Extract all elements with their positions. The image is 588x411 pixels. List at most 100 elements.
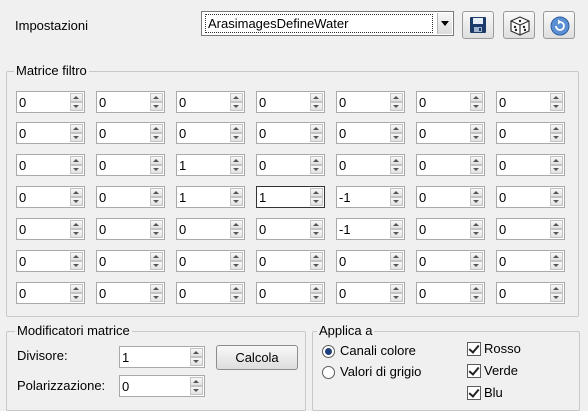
dropdown-arrow-icon[interactable]: [437, 13, 452, 34]
spin-up-icon[interactable]: [550, 220, 563, 229]
spin-down-icon[interactable]: [550, 133, 563, 142]
matrix-cell-spin-buttons[interactable]: [230, 156, 243, 174]
matrix-cell-spin-buttons[interactable]: [550, 284, 563, 302]
matrix-cell-spin-buttons[interactable]: [470, 220, 483, 238]
matrix-cell-spin-buttons[interactable]: [70, 220, 83, 238]
matrix-cell-spin-buttons[interactable]: [150, 252, 163, 270]
matrix-cell-spin-buttons[interactable]: [390, 252, 403, 270]
bias-value[interactable]: 0: [122, 379, 129, 394]
matrix-cell-spin-buttons[interactable]: [470, 188, 483, 206]
spin-down-icon[interactable]: [310, 102, 323, 111]
matrix-cell-spin-buttons[interactable]: [230, 220, 243, 238]
matrix-cell-spin-buttons[interactable]: [70, 284, 83, 302]
spin-up-icon[interactable]: [550, 284, 563, 293]
matrix-cell-stepper[interactable]: 0: [96, 282, 165, 304]
matrix-cell-value[interactable]: 0: [179, 286, 186, 301]
matrix-cell-value[interactable]: 0: [259, 158, 266, 173]
matrix-cell-stepper[interactable]: 0: [336, 250, 405, 272]
spin-up-icon[interactable]: [470, 252, 483, 261]
matrix-cell-spin-buttons[interactable]: [550, 93, 563, 111]
matrix-cell-spin-buttons[interactable]: [150, 220, 163, 238]
matrix-cell-spin-buttons[interactable]: [70, 156, 83, 174]
spin-down-icon[interactable]: [150, 261, 163, 270]
matrix-cell-stepper[interactable]: 0: [416, 282, 485, 304]
matrix-cell-spin-buttons[interactable]: [70, 188, 83, 206]
spin-up-icon[interactable]: [70, 124, 83, 133]
matrix-cell-stepper[interactable]: 0: [96, 91, 165, 113]
matrix-cell-stepper[interactable]: 1: [256, 186, 325, 208]
matrix-cell-spin-buttons[interactable]: [390, 188, 403, 206]
matrix-cell-value[interactable]: 0: [19, 158, 26, 173]
spin-down-icon[interactable]: [470, 165, 483, 174]
matrix-cell-value[interactable]: 0: [179, 254, 186, 269]
matrix-cell-stepper[interactable]: 0: [416, 122, 485, 144]
spin-down-icon[interactable]: [550, 197, 563, 206]
matrix-cell-value[interactable]: 0: [259, 254, 266, 269]
matrix-cell-value[interactable]: 0: [499, 126, 506, 141]
matrix-cell-stepper[interactable]: 0: [16, 91, 85, 113]
matrix-cell-value[interactable]: 0: [339, 126, 346, 141]
matrix-cell-value[interactable]: 0: [499, 254, 506, 269]
spin-down-icon[interactable]: [390, 261, 403, 270]
spin-up-icon[interactable]: [310, 124, 323, 133]
spin-down-icon[interactable]: [550, 229, 563, 238]
spin-down-icon[interactable]: [390, 165, 403, 174]
matrix-cell-value[interactable]: 0: [99, 222, 106, 237]
matrix-cell-stepper[interactable]: 0: [256, 218, 325, 240]
matrix-cell-value[interactable]: 0: [339, 254, 346, 269]
matrix-cell-value[interactable]: 0: [99, 95, 106, 110]
matrix-cell-value[interactable]: 0: [179, 95, 186, 110]
matrix-cell-spin-buttons[interactable]: [550, 252, 563, 270]
matrix-cell-stepper[interactable]: 0: [16, 250, 85, 272]
matrix-cell-spin-buttons[interactable]: [150, 188, 163, 206]
matrix-cell-stepper[interactable]: 0: [496, 250, 565, 272]
matrix-cell-stepper[interactable]: 0: [176, 91, 245, 113]
preset-dropdown[interactable]: ArasimagesDefineWater: [201, 11, 454, 36]
matrix-cell-spin-buttons[interactable]: [150, 93, 163, 111]
spin-down-icon[interactable]: [70, 261, 83, 270]
matrix-cell-stepper[interactable]: 0: [416, 186, 485, 208]
matrix-cell-spin-buttons[interactable]: [150, 156, 163, 174]
spin-up-icon[interactable]: [150, 156, 163, 165]
matrix-cell-value[interactable]: 0: [339, 158, 346, 173]
spin-up-icon[interactable]: [390, 156, 403, 165]
spin-down-icon[interactable]: [150, 293, 163, 302]
matrix-cell-spin-buttons[interactable]: [310, 156, 323, 174]
spin-down-icon[interactable]: [310, 165, 323, 174]
matrix-cell-value[interactable]: 0: [419, 95, 426, 110]
gray-values-label[interactable]: Valori di grigio: [340, 364, 421, 379]
matrix-cell-value[interactable]: 0: [99, 158, 106, 173]
spin-up-icon[interactable]: [470, 156, 483, 165]
matrix-cell-stepper[interactable]: 1: [176, 186, 245, 208]
spin-up-icon[interactable]: [70, 93, 83, 102]
spin-down-icon[interactable]: [70, 165, 83, 174]
spin-up-icon[interactable]: [550, 252, 563, 261]
spin-down-icon[interactable]: [70, 229, 83, 238]
preset-value[interactable]: ArasimagesDefineWater: [205, 14, 433, 33]
matrix-cell-spin-buttons[interactable]: [470, 252, 483, 270]
divisor-value[interactable]: 1: [122, 350, 129, 365]
spin-down-icon[interactable]: [550, 293, 563, 302]
matrix-cell-stepper[interactable]: 0: [256, 282, 325, 304]
matrix-cell-stepper[interactable]: 0: [336, 122, 405, 144]
matrix-cell-stepper[interactable]: 0: [496, 218, 565, 240]
spin-down-icon[interactable]: [550, 165, 563, 174]
spin-up-icon[interactable]: [70, 252, 83, 261]
spin-down-icon[interactable]: [310, 133, 323, 142]
matrix-cell-spin-buttons[interactable]: [470, 124, 483, 142]
spin-up-icon[interactable]: [70, 188, 83, 197]
matrix-cell-stepper[interactable]: 0: [16, 282, 85, 304]
matrix-cell-spin-buttons[interactable]: [310, 124, 323, 142]
spin-up-icon[interactable]: [470, 284, 483, 293]
spin-up-icon[interactable]: [150, 252, 163, 261]
spin-down-icon[interactable]: [70, 102, 83, 111]
matrix-cell-stepper[interactable]: 0: [416, 218, 485, 240]
spin-up-icon[interactable]: [150, 188, 163, 197]
spin-down-icon[interactable]: [470, 133, 483, 142]
matrix-cell-stepper[interactable]: 0: [416, 154, 485, 176]
matrix-cell-value[interactable]: 0: [259, 95, 266, 110]
spin-up-icon[interactable]: [310, 93, 323, 102]
matrix-cell-spin-buttons[interactable]: [390, 124, 403, 142]
spin-down-icon[interactable]: [230, 197, 243, 206]
matrix-cell-stepper[interactable]: 0: [16, 218, 85, 240]
